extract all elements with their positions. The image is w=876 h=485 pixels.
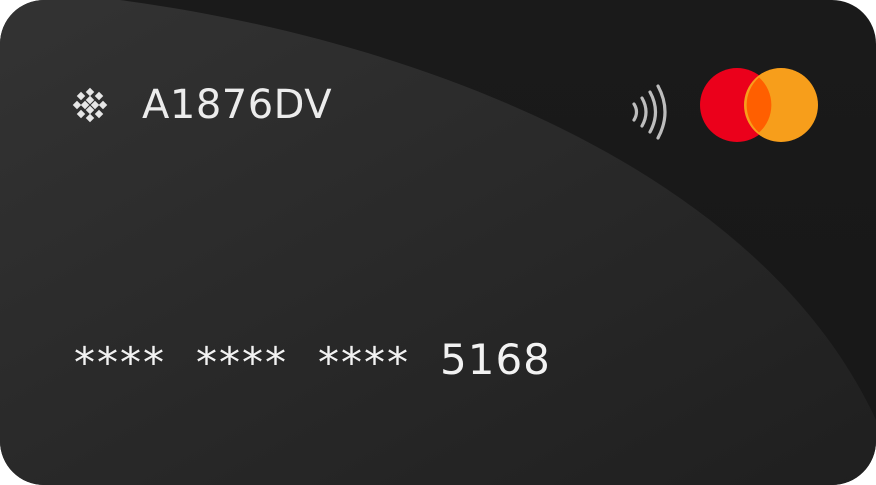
- card-number-last-four: 5168: [440, 335, 551, 384]
- payment-card[interactable]: A1876DV **** **** **** 5168: [0, 0, 876, 485]
- contactless-icon: [632, 84, 667, 140]
- card-brand: A1876DV: [72, 78, 332, 132]
- card-number: **** **** **** 5168: [74, 330, 551, 390]
- mastercard-logo: [700, 68, 818, 142]
- card-number-group-2: ****: [196, 338, 288, 387]
- card-number-group-1: ****: [74, 338, 166, 387]
- card-number-group-3: ****: [318, 338, 410, 387]
- snowflake-icon: [72, 87, 108, 123]
- brand-name: A1876DV: [142, 82, 333, 128]
